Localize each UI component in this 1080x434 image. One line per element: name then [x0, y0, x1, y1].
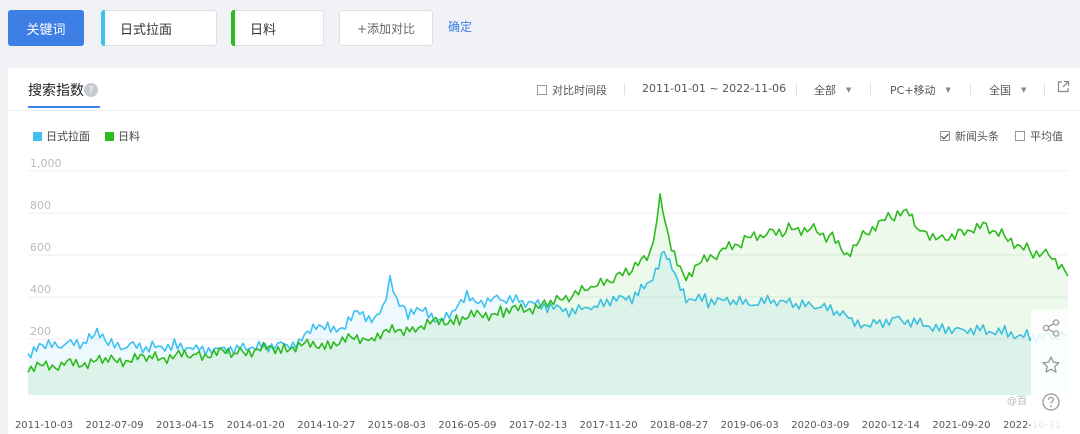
title-underline: [28, 106, 100, 108]
date-range-picker[interactable]: 2011-01-01 ~ 2022-11-06: [642, 82, 786, 95]
y-tick-label: 800: [30, 199, 51, 212]
control-separator: [870, 83, 871, 95]
external-link-icon[interactable]: [1057, 80, 1070, 93]
keyword-bar: 关键词 日式拉面 日料 +添加对比 确定: [0, 0, 1080, 62]
caret-down-icon: ▼: [846, 86, 852, 94]
x-tick-label: 2020-12-14: [862, 420, 920, 431]
x-tick-label: 2021-09-20: [932, 420, 990, 431]
x-tick-label: 2014-10-27: [297, 420, 355, 431]
channel-value: 全部: [814, 84, 836, 97]
compare-period-toggle[interactable]: 对比时间段: [537, 82, 607, 98]
keyword-term-2[interactable]: 日料: [231, 10, 324, 46]
device-select[interactable]: PC+移动 ▼: [890, 82, 951, 98]
help-icon[interactable]: ?: [84, 83, 98, 97]
add-compare-button[interactable]: +添加对比: [339, 10, 433, 46]
x-tick-label: 2020-03-09: [791, 420, 849, 431]
y-tick-label: 400: [30, 283, 51, 296]
date-range-value: 2011-01-01 ~ 2022-11-06: [642, 82, 787, 95]
y-tick-label: 200: [30, 325, 51, 338]
compare-period-label: 对比时间段: [552, 84, 607, 97]
x-tick-label: 2011-10-03: [15, 420, 73, 431]
panel-divider: [8, 110, 1080, 111]
control-separator: [1044, 83, 1045, 95]
x-tick-label: 2019-06-03: [721, 420, 779, 431]
term-color-bar: [231, 10, 235, 46]
device-value: PC+移动: [890, 84, 936, 97]
region-value: 全国: [989, 84, 1011, 97]
control-separator: [624, 83, 625, 95]
help-circle-icon[interactable]: [1041, 392, 1061, 412]
share-icon[interactable]: [1041, 318, 1061, 338]
x-tick-label: 2018-08-27: [650, 420, 708, 431]
keyword-button[interactable]: 关键词: [8, 10, 84, 46]
confirm-link[interactable]: 确定: [448, 18, 472, 35]
control-separator: [796, 83, 797, 95]
search-index-panel: 搜索指数 ? 对比时间段 2011-01-01 ~ 2022-11-06 全部 …: [8, 68, 1080, 434]
term-label: 日式拉面: [120, 22, 173, 38]
x-tick-label: 2012-07-09: [86, 420, 144, 431]
caret-down-icon: ▼: [1021, 86, 1027, 94]
panel-title: 搜索指数: [28, 83, 84, 99]
y-tick-label: 600: [30, 241, 51, 254]
watermark: @百: [1007, 396, 1027, 407]
term-label: 日料: [250, 22, 277, 38]
x-tick-label: 2013-04-15: [156, 420, 214, 431]
control-separator: [970, 83, 971, 95]
caret-down-icon: ▼: [945, 86, 951, 94]
x-tick-label: 2015-08-03: [368, 420, 426, 431]
y-tick-label: 1,000: [30, 157, 62, 170]
star-icon[interactable]: [1041, 355, 1061, 375]
x-tick-label: 2016-05-09: [438, 420, 496, 431]
search-index-chart[interactable]: 200 400 600 800 1,000 2011-10-03 2012-07-09 201…: [8, 136, 1080, 434]
channel-select[interactable]: 全部 ▼: [814, 82, 851, 98]
checkbox-icon: [537, 85, 547, 95]
term-color-bar: [101, 10, 105, 46]
x-tick-label: 2017-02-13: [509, 420, 567, 431]
x-tick-label: 2014-01-20: [227, 420, 285, 431]
keyword-term-1[interactable]: 日式拉面: [101, 10, 217, 46]
x-tick-label: 2017-11-20: [580, 420, 638, 431]
side-toolbar: [1031, 310, 1072, 434]
region-select[interactable]: 全国 ▼: [989, 82, 1026, 98]
series-area-2: [28, 193, 1068, 395]
